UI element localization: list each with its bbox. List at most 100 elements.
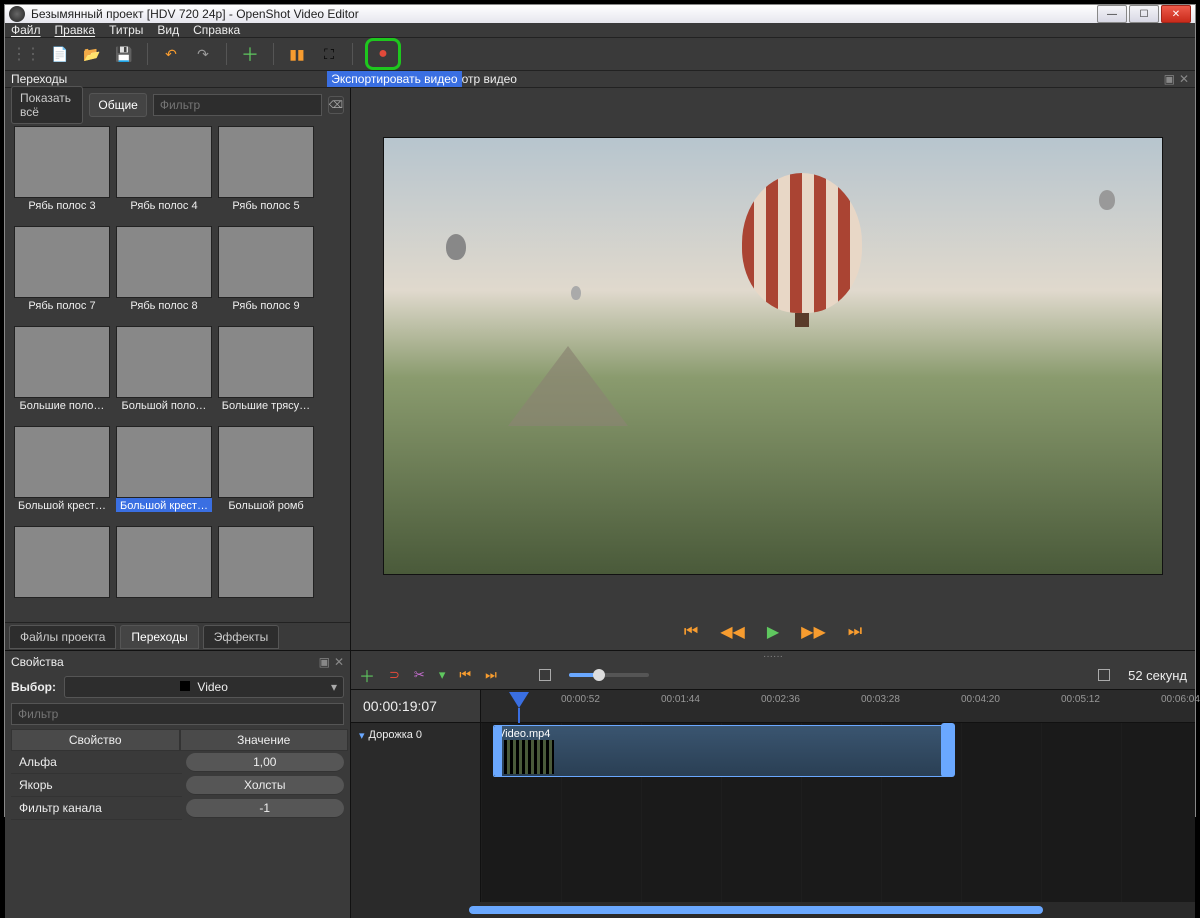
prev-marker-button[interactable]: ⏮ — [459, 667, 471, 683]
play-button[interactable]: ▶ — [767, 622, 779, 642]
menu-edit[interactable]: Правка — [55, 23, 96, 37]
playhead[interactable] — [509, 692, 529, 708]
properties-filter-input[interactable] — [11, 703, 344, 725]
close-button[interactable]: ✕ — [1161, 5, 1191, 23]
timeline-panel: ······ ＋ ⊃ ✂ ▾ ⏮ ⏭ 52 секунд 00:00:19:07… — [351, 650, 1195, 918]
redo-button[interactable]: ↷ — [192, 43, 214, 65]
add-track-button[interactable]: ＋ — [359, 663, 375, 687]
timecode-display: 00:00:19:07 — [351, 690, 481, 722]
fullscreen-button[interactable]: ⛶ — [318, 43, 340, 65]
menu-view[interactable]: Вид — [157, 23, 179, 37]
property-row[interactable]: Альфа1,00 — [11, 751, 348, 774]
transition-thumb[interactable]: Большой ромб — [217, 426, 315, 522]
razor-button[interactable]: ✂ — [414, 667, 425, 683]
zoom-slider[interactable] — [569, 673, 649, 677]
transition-thumb[interactable] — [13, 526, 111, 622]
transition-thumb-image — [218, 526, 314, 598]
transition-thumb[interactable] — [217, 526, 315, 622]
tab-transitions[interactable]: Переходы — [120, 625, 198, 649]
track-content[interactable]: Video.mp4 — [481, 723, 1195, 902]
transition-thumb[interactable]: Большие поло… — [13, 326, 111, 422]
detach-props-icon[interactable]: ▣ — [319, 655, 330, 669]
transition-thumb-image — [14, 126, 110, 198]
main-toolbar: ⋮⋮ 📄 📂 💾 ↶ ↷ ＋ ▮▮ ⛶ ● — [5, 38, 1195, 71]
transition-thumb-image — [116, 126, 212, 198]
snap-button[interactable]: ⊃ — [389, 667, 400, 683]
transition-thumb-label: Большой ромб — [218, 498, 314, 512]
transition-thumb[interactable]: Рябь полос 9 — [217, 226, 315, 322]
app-icon — [9, 6, 25, 22]
show-all-tab[interactable]: Показать всё — [11, 86, 83, 124]
detach-icon[interactable]: ▣ — [1164, 72, 1175, 86]
duration-icon — [1098, 669, 1110, 681]
menu-file[interactable]: Файл — [11, 23, 41, 37]
timeline-ruler[interactable]: 00:00:19:07 00:00:52 00:01:44 00:02:36 00:0… — [351, 689, 1195, 723]
transition-thumb-label: Большой крест… — [116, 498, 212, 512]
new-project-button[interactable]: 📄 — [49, 43, 71, 65]
transition-thumb-image — [218, 226, 314, 298]
forward-button[interactable]: ▶▶ — [801, 622, 826, 642]
transition-thumb[interactable] — [115, 526, 213, 622]
ruler-tick: 00:06:04 — [1161, 694, 1200, 705]
transition-thumb[interactable]: Рябь полос 3 — [13, 126, 111, 222]
minimize-button[interactable]: — — [1097, 5, 1127, 23]
video-preview[interactable] — [383, 137, 1163, 576]
rewind-button[interactable]: ◀◀ — [720, 622, 745, 642]
track-label[interactable]: Дорожка 0 — [351, 723, 481, 902]
tab-effects[interactable]: Эффекты — [203, 625, 280, 649]
menu-help[interactable]: Справка — [193, 23, 240, 37]
common-tab[interactable]: Общие — [89, 93, 146, 117]
transition-thumb[interactable]: Рябь полос 8 — [115, 226, 213, 322]
props-col-value[interactable]: Значение — [180, 729, 349, 751]
marker-button[interactable]: ▾ — [439, 667, 446, 683]
ruler-tick: 00:00:52 — [561, 694, 600, 705]
clip-thumbnail — [504, 740, 554, 774]
tab-project-files[interactable]: Файлы проекта — [9, 625, 116, 649]
preview-title-suffix: отр видео — [462, 72, 517, 86]
property-value[interactable]: Холсты — [186, 776, 345, 795]
panel-title-row: Переходы Экспортировать видео отр видео … — [5, 71, 1195, 88]
ruler-tick: 00:02:36 — [761, 694, 800, 705]
maximize-button[interactable]: ☐ — [1129, 5, 1159, 23]
jump-end-button[interactable]: ⏭ — [848, 623, 862, 641]
timeline-clip[interactable]: Video.mp4 — [493, 725, 953, 777]
transitions-grid[interactable]: Рябь полос 3Рябь полос 4Рябь полос 5Рябь… — [5, 122, 350, 622]
property-value[interactable]: 1,00 — [186, 753, 345, 772]
undo-button[interactable]: ↶ — [160, 43, 182, 65]
transition-thumb-label: Большой крест… — [14, 498, 110, 512]
transitions-filter-input[interactable] — [153, 94, 322, 116]
import-button[interactable]: ＋ — [239, 43, 261, 65]
next-marker-button[interactable]: ⏭ — [485, 667, 497, 683]
jump-start-button[interactable]: ⏮ — [684, 623, 698, 641]
open-project-button[interactable]: 📂 — [81, 43, 103, 65]
transition-thumb[interactable]: Большой крест… — [13, 426, 111, 522]
menu-titles[interactable]: Титры — [109, 23, 143, 37]
property-row[interactable]: ЯкорьХолсты — [11, 774, 348, 797]
save-project-button[interactable]: 💾 — [113, 43, 135, 65]
clip-marker[interactable] — [941, 723, 955, 777]
transition-thumb[interactable]: Рябь полос 4 — [115, 126, 213, 222]
transitions-panel: Показать всё Общие ⌫ Рябь полос 3Рябь по… — [5, 88, 351, 650]
transition-thumb-label — [218, 598, 314, 600]
ruler-tick: 00:01:44 — [661, 694, 700, 705]
transition-thumb[interactable]: Рябь полос 5 — [217, 126, 315, 222]
export-video-button[interactable]: ● — [372, 43, 394, 65]
clip-select-dropdown[interactable]: Video — [64, 676, 344, 698]
close-panel-icon[interactable]: ✕ — [1179, 72, 1189, 86]
props-col-property[interactable]: Свойство — [11, 729, 180, 751]
property-row[interactable]: Фильтр канала-1 — [11, 797, 348, 820]
transition-thumb[interactable]: Большой поло… — [115, 326, 213, 422]
transition-thumb[interactable]: Большой крест… — [115, 426, 213, 522]
ruler-tick: 00:03:28 — [861, 694, 900, 705]
close-props-icon[interactable]: ✕ — [334, 655, 344, 669]
clear-filter-button[interactable]: ⌫ — [328, 96, 344, 114]
property-name: Якорь — [11, 774, 182, 797]
transition-thumb[interactable]: Большие трясу… — [217, 326, 315, 422]
profile-button[interactable]: ▮▮ — [286, 43, 308, 65]
property-value[interactable]: -1 — [186, 799, 345, 818]
transition-thumb[interactable]: Рябь полос 7 — [13, 226, 111, 322]
timeline-scrollbar[interactable] — [351, 902, 1195, 918]
clip-handle-left[interactable] — [494, 726, 502, 776]
transition-thumb-label: Большие поло… — [14, 398, 110, 412]
duration-label: 52 секунд — [1128, 668, 1187, 683]
